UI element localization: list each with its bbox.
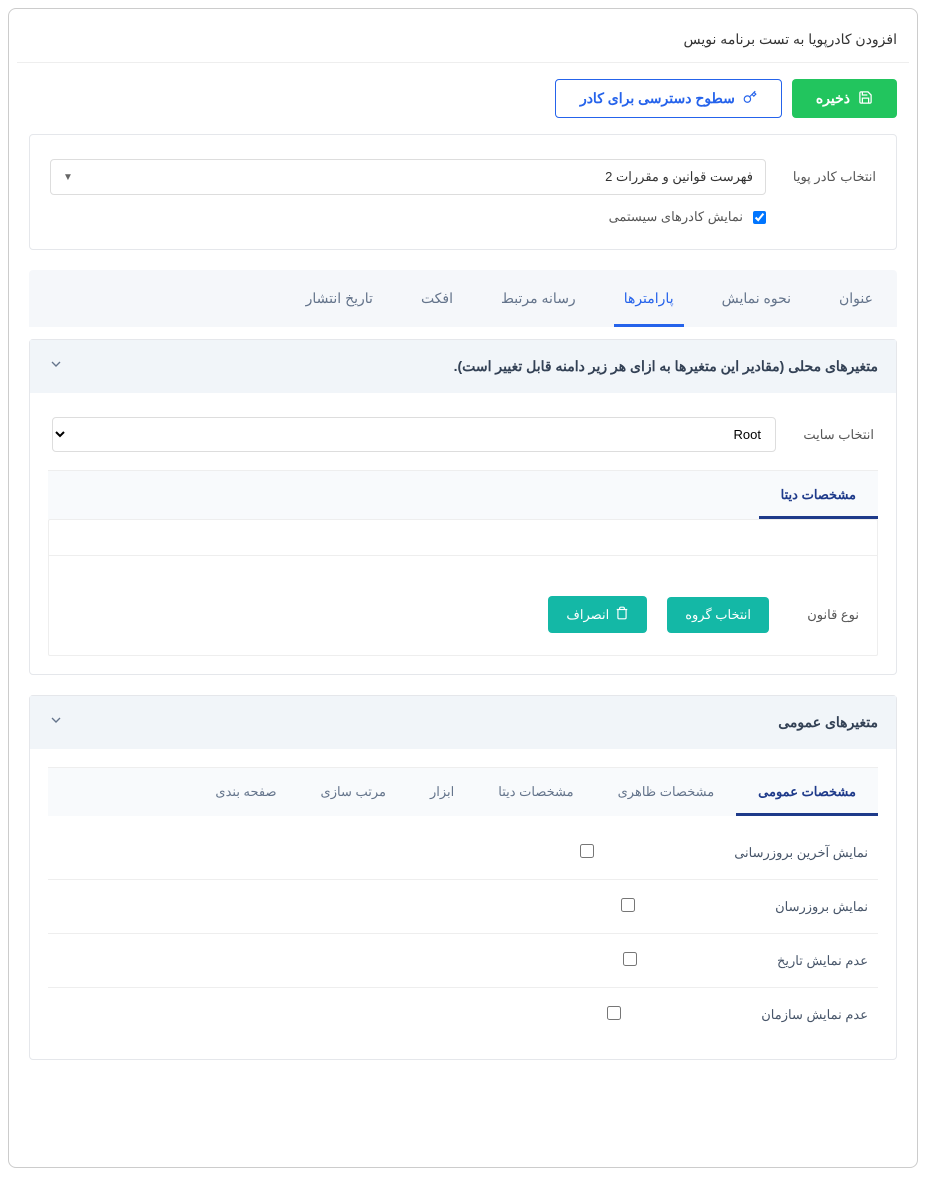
site-select-row: انتخاب سایت Root xyxy=(48,411,878,456)
cancel-button[interactable]: انصراف xyxy=(548,596,647,633)
law-type-row: نوع قانون انتخاب گروه انصراف xyxy=(67,596,859,633)
local-vars-title: متغیرهای محلی (مقادیر این متغیرها به ازا… xyxy=(454,358,878,375)
law-type-card-top xyxy=(49,520,877,556)
subtab-visual[interactable]: مشخصات ظاهری xyxy=(596,768,737,816)
chevron-down-icon xyxy=(48,712,64,733)
frame-select-dropdown[interactable]: فهرست قوانین و مقررات 2 ▼ xyxy=(50,159,766,195)
global-vars-panel-header[interactable]: متغیرهای عمومی xyxy=(30,696,896,749)
cancel-label: انصراف xyxy=(566,607,609,623)
key-icon xyxy=(743,90,757,107)
law-type-label: نوع قانون xyxy=(789,607,859,623)
site-select-dropdown[interactable]: Root xyxy=(52,417,776,452)
frame-select-value: فهرست قوانین و مقررات 2 xyxy=(605,169,753,185)
frame-select-label: انتخاب کادر پویا xyxy=(786,169,876,185)
site-select-label: انتخاب سایت xyxy=(794,427,874,443)
page-header: افزودن کادرپویا به تست برنامه نویس xyxy=(17,17,909,63)
subtab-data[interactable]: مشخصات دیتا xyxy=(476,768,595,816)
chevron-down-icon xyxy=(48,356,64,377)
check-row-no-date: عدم نمایش تاریخ xyxy=(48,934,878,988)
select-group-label: انتخاب گروه xyxy=(685,607,751,623)
check-row-updater: نمایش بروزرسان xyxy=(48,880,878,934)
save-button-label: ذخیره xyxy=(816,90,850,107)
trash-icon xyxy=(615,606,629,623)
local-vars-panel: متغیرهای محلی (مقادیر این متغیرها به ازا… xyxy=(29,339,897,675)
tab-params[interactable]: پارامترها xyxy=(600,270,698,327)
checkbox-no-date[interactable] xyxy=(623,952,637,966)
tabs-section: عنوان نحوه نمایش پارامترها رسانه مرتبط ا… xyxy=(29,270,897,1060)
global-vars-title: متغیرهای عمومی xyxy=(778,714,878,731)
checkbox-no-org[interactable] xyxy=(607,1006,621,1020)
save-button[interactable]: ذخیره xyxy=(792,79,897,118)
local-vars-body: انتخاب سایت Root مشخصات دیتا نوع قانون xyxy=(30,393,896,674)
access-level-button[interactable]: سطوح دسترسی برای کادر xyxy=(555,79,782,118)
check-row-no-org: عدم نمایش سازمان xyxy=(48,988,878,1041)
check-label-last-update: نمایش آخرین بروزرسانی xyxy=(734,845,868,861)
frame-selection-card: انتخاب کادر پویا فهرست قوانین و مقررات 2… xyxy=(29,134,897,250)
check-label-updater: نمایش بروزرسان xyxy=(775,899,868,915)
tab-media[interactable]: رسانه مرتبط xyxy=(477,270,600,327)
subtab-data-spec[interactable]: مشخصات دیتا xyxy=(759,471,878,519)
checkbox-last-update[interactable] xyxy=(580,844,594,858)
checkbox-updater[interactable] xyxy=(621,898,635,912)
access-button-label: سطوح دسترسی برای کادر xyxy=(580,90,735,107)
check-label-no-date: عدم نمایش تاریخ xyxy=(777,953,868,969)
global-vars-panel: متغیرهای عمومی مشخصات عمومی مشخصات ظاهری… xyxy=(29,695,897,1060)
save-icon xyxy=(858,90,873,108)
system-frames-checkbox[interactable] xyxy=(753,211,766,224)
law-type-card: نوع قانون انتخاب گروه انصراف xyxy=(48,519,878,656)
subtab-paging[interactable]: صفحه بندی xyxy=(193,768,298,816)
chevron-down-icon: ▼ xyxy=(63,172,73,183)
main-tabs: عنوان نحوه نمایش پارامترها رسانه مرتبط ا… xyxy=(29,270,897,327)
tab-display[interactable]: نحوه نمایش xyxy=(698,270,815,327)
page-frame: افزودن کادرپویا به تست برنامه نویس ذخیره… xyxy=(8,8,918,1168)
check-row-last-update: نمایش آخرین بروزرسانی xyxy=(48,826,878,880)
system-frames-check-row: نمایش کادرهای سیستمی xyxy=(50,209,766,225)
tab-publish[interactable]: تاریخ انتشار xyxy=(282,270,397,327)
subtab-sort[interactable]: مرتب سازی xyxy=(299,768,408,816)
check-list: نمایش آخرین بروزرسانی نمایش بروزرسان عدم… xyxy=(48,826,878,1041)
frame-select-row: انتخاب کادر پویا فهرست قوانین و مقررات 2… xyxy=(50,159,876,195)
local-vars-panel-header[interactable]: متغیرهای محلی (مقادیر این متغیرها به ازا… xyxy=(30,340,896,393)
system-frames-label: نمایش کادرهای سیستمی xyxy=(609,209,743,225)
toolbar: ذخیره سطوح دسترسی برای کادر xyxy=(17,63,909,134)
global-subtabs: مشخصات عمومی مشخصات ظاهری مشخصات دیتا اب… xyxy=(48,767,878,816)
page-title: افزودن کادرپویا به تست برنامه نویس xyxy=(684,31,897,48)
tab-effect[interactable]: افکت xyxy=(397,270,477,327)
check-label-no-org: عدم نمایش سازمان xyxy=(761,1007,868,1023)
local-subtabs: مشخصات دیتا xyxy=(48,470,878,519)
subtab-general[interactable]: مشخصات عمومی xyxy=(736,768,878,816)
global-vars-body: مشخصات عمومی مشخصات ظاهری مشخصات دیتا اب… xyxy=(30,749,896,1059)
tab-title[interactable]: عنوان xyxy=(815,270,897,327)
select-group-button[interactable]: انتخاب گروه xyxy=(667,597,769,633)
subtab-tools[interactable]: ابزار xyxy=(408,768,476,816)
